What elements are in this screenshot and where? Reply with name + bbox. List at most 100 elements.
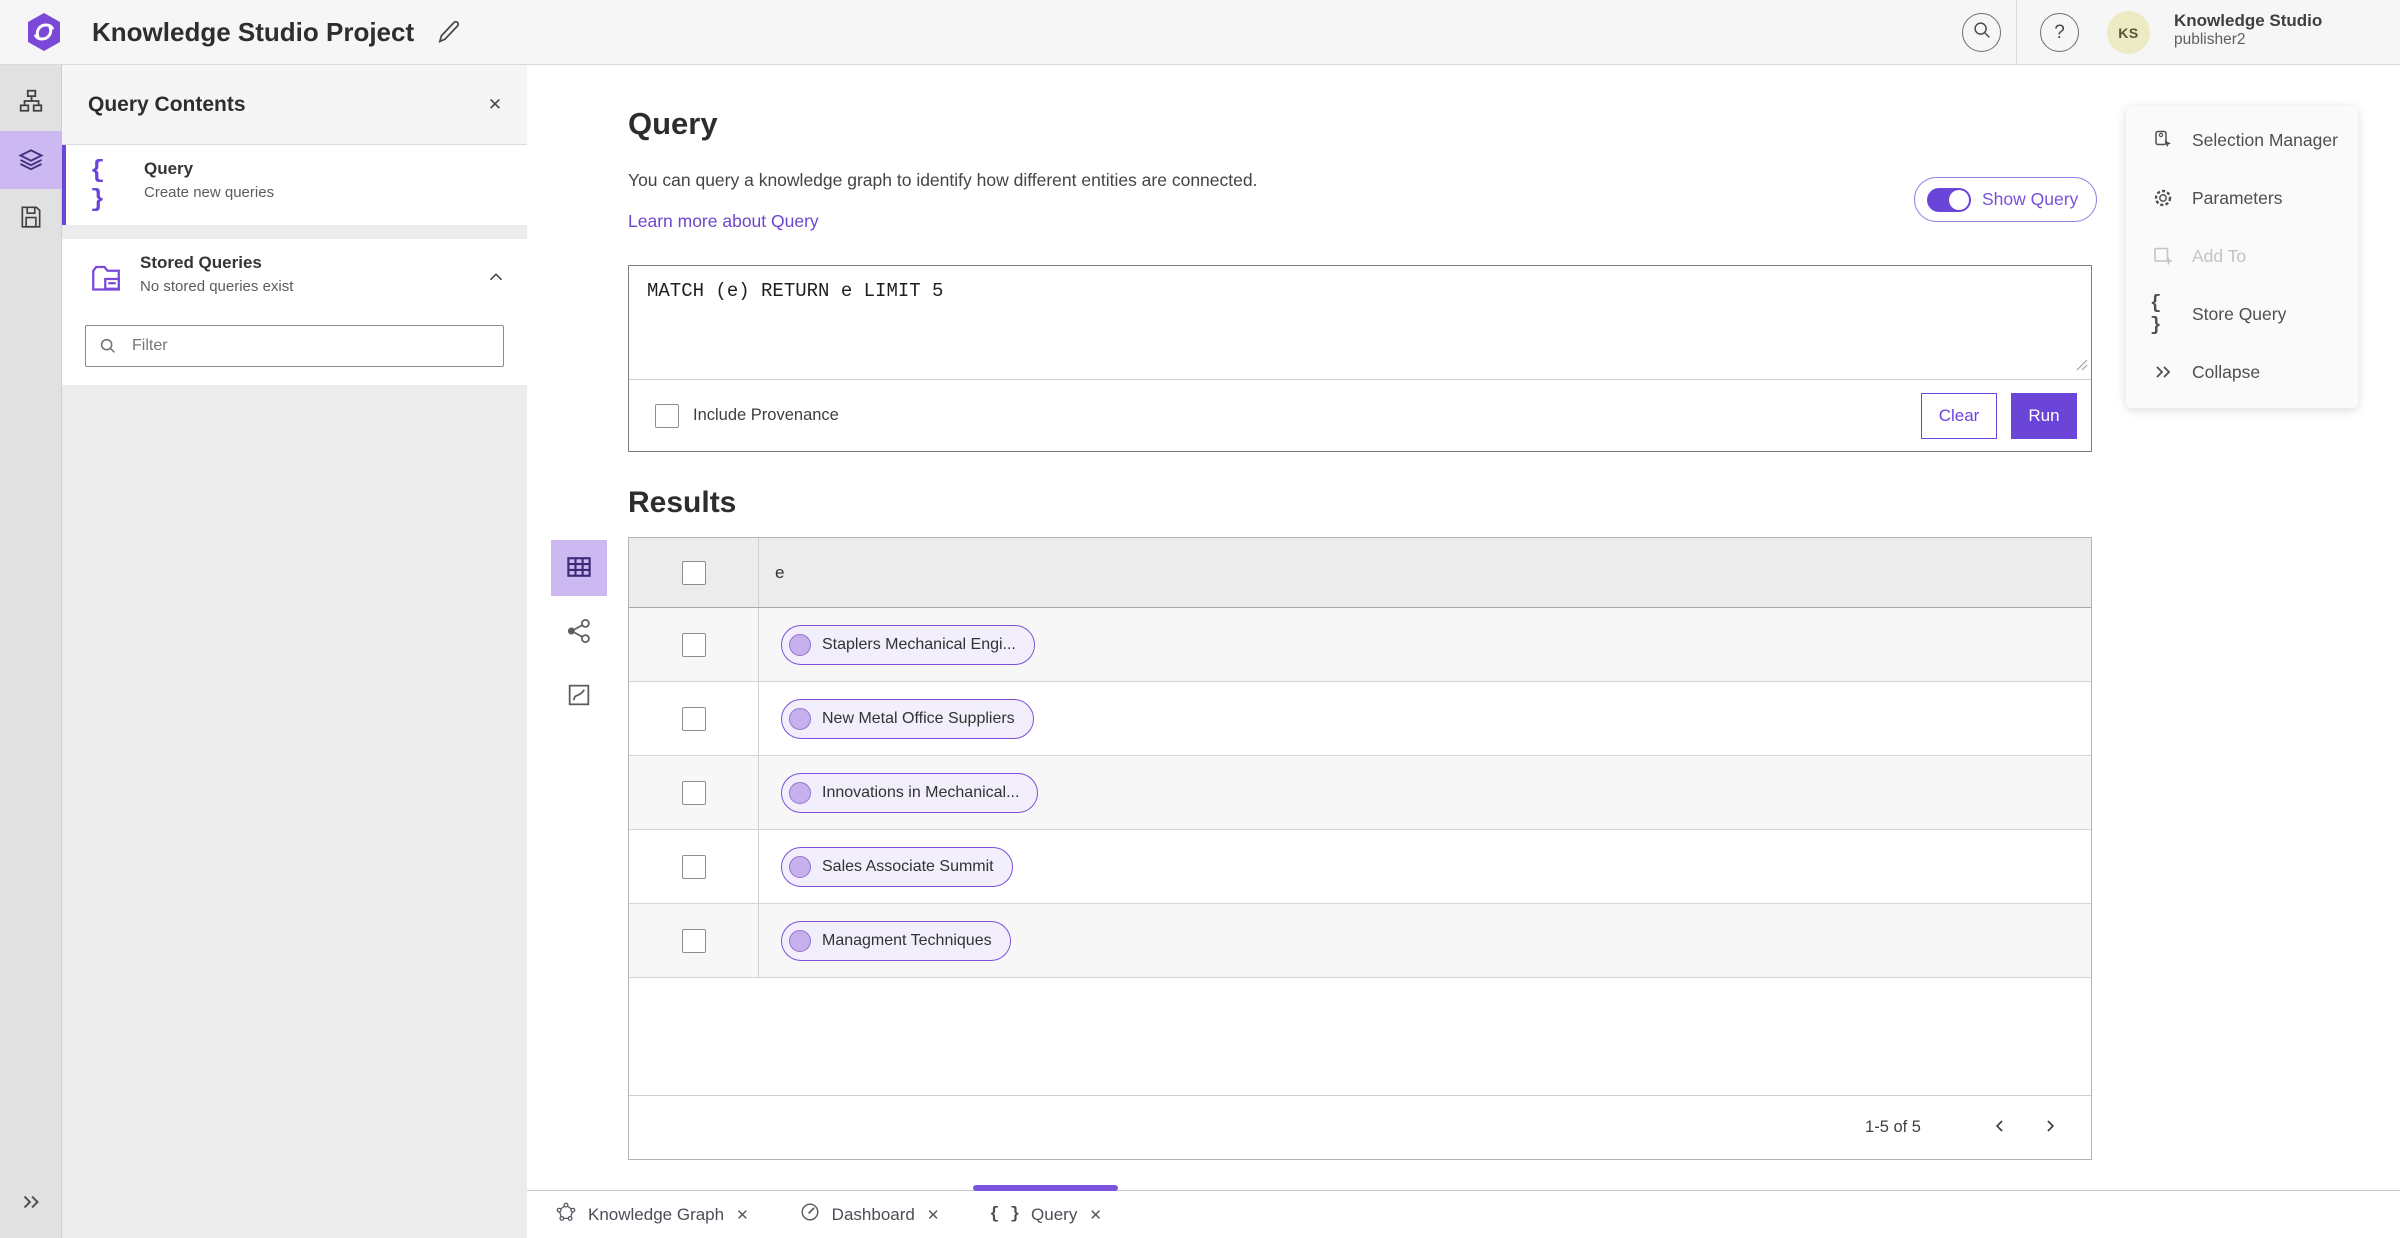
close-icon[interactable]: ✕: [1089, 1206, 1102, 1224]
layers-icon: [17, 145, 45, 176]
double-chevron-right-icon: [2150, 360, 2176, 384]
row-checkbox[interactable]: [681, 854, 706, 879]
tab-label: Query: [1031, 1204, 1078, 1224]
chevron-right-icon: [2040, 1116, 2060, 1139]
query-contents-panel: Query Contents ✕ { } Query Create new qu…: [62, 65, 527, 1238]
entity-pill[interactable]: New Metal Office Suppliers: [781, 698, 1034, 739]
panel-item-description: No stored queries exist: [140, 278, 294, 295]
panel-header: Query Contents ✕: [62, 65, 527, 145]
header-checkbox-cell: [629, 538, 759, 607]
tool-add-to: Add To: [2126, 227, 2358, 285]
tool-selection-manager[interactable]: Selection Manager: [2126, 111, 2358, 169]
tool-label: Collapse: [2192, 361, 2261, 382]
clear-button[interactable]: Clear: [1921, 392, 1997, 439]
project-title: Knowledge Studio Project: [92, 17, 415, 47]
link-chart-view-button[interactable]: [551, 604, 607, 660]
tool-store-query[interactable]: { } Store Query: [2126, 285, 2358, 343]
expand-rail-button[interactable]: [0, 1174, 62, 1232]
results-table: e Staplers Mechanical Engi... New Metal …: [628, 537, 2092, 1160]
show-query-toggle[interactable]: Show Query: [1914, 177, 2098, 222]
filter-field: [85, 325, 504, 367]
knowledge-studio-logo-icon: [24, 12, 64, 52]
map-view-button[interactable]: [551, 668, 607, 724]
panel-item-stored-queries[interactable]: Stored Queries No stored queries exist: [62, 239, 527, 319]
column-header-e: e: [775, 562, 785, 582]
row-checkbox[interactable]: [681, 780, 706, 805]
rail-item-contents[interactable]: [0, 131, 62, 189]
table-view-button[interactable]: [551, 540, 607, 596]
panel-item-title: Stored Queries: [140, 253, 262, 272]
table-icon: [564, 552, 594, 585]
learn-more-link[interactable]: Learn more about Query: [628, 211, 819, 232]
tab-dashboard[interactable]: Dashboard ✕: [781, 1191, 958, 1238]
query-tools-panel: Selection Manager Parameters Add To { } …: [2126, 106, 2358, 408]
table-row: New Metal Office Suppliers: [629, 682, 2091, 756]
hierarchy-icon: [18, 88, 44, 117]
row-checkbox[interactable]: [681, 706, 706, 731]
double-chevron-right-icon: [18, 1189, 44, 1218]
entity-pill[interactable]: Sales Associate Summit: [781, 846, 1013, 887]
table-row: Sales Associate Summit: [629, 830, 2091, 904]
close-icon[interactable]: ✕: [927, 1206, 940, 1224]
rail-item-data-model[interactable]: [0, 73, 62, 131]
account-info: Knowledge Studio publisher2: [2174, 11, 2322, 50]
selection-manager-icon: [2150, 128, 2176, 152]
avatar[interactable]: KS: [2107, 11, 2150, 54]
toggle-track: [1927, 187, 1971, 212]
table-header-row: e: [629, 538, 2091, 608]
chevron-left-icon: [1990, 1116, 2010, 1139]
entity-pill[interactable]: Managment Techniques: [781, 920, 1011, 961]
filter-input[interactable]: [130, 326, 490, 366]
stored-queries-folder-icon: [86, 259, 126, 299]
tool-parameters[interactable]: Parameters: [2126, 169, 2358, 227]
tab-knowledge-graph[interactable]: Knowledge Graph ✕: [537, 1191, 767, 1238]
row-checkbox[interactable]: [681, 632, 706, 657]
tab-label: Dashboard: [831, 1204, 915, 1224]
braces-icon: { }: [989, 1205, 1021, 1224]
entity-label: Staplers Mechanical Engi...: [822, 635, 1016, 653]
help-button[interactable]: ?: [2040, 13, 2079, 52]
pencil-icon: [433, 20, 463, 50]
row-checkbox[interactable]: [681, 928, 706, 953]
row-checkbox-cell: [629, 756, 759, 829]
tool-label: Parameters: [2192, 187, 2283, 208]
entity-dot-icon: [789, 707, 811, 730]
tab-label: Knowledge Graph: [588, 1204, 725, 1224]
previous-page-button[interactable]: [1983, 1111, 2017, 1145]
entity-label: New Metal Office Suppliers: [822, 709, 1015, 727]
help-icon: ?: [2054, 21, 2065, 43]
collapse-section-button[interactable]: [481, 263, 511, 293]
row-checkbox-cell: [629, 830, 759, 903]
table-row: Innovations in Mechanical...: [629, 756, 2091, 830]
include-provenance-label: Include Provenance: [693, 406, 839, 424]
run-button[interactable]: Run: [2011, 392, 2077, 439]
rail-item-save[interactable]: [0, 189, 62, 247]
query-textarea[interactable]: MATCH (e) RETURN e LIMIT 5: [629, 266, 2091, 379]
next-page-button[interactable]: [2033, 1111, 2067, 1145]
query-editor-card: MATCH (e) RETURN e LIMIT 5 Include Prove…: [628, 265, 2092, 452]
close-panel-button[interactable]: ✕: [481, 91, 509, 119]
tool-collapse[interactable]: Collapse: [2126, 343, 2358, 401]
table-row: Managment Techniques: [629, 904, 2091, 978]
toggle-knob: [1949, 189, 1969, 210]
search-button[interactable]: [1962, 13, 2001, 52]
account-name: Knowledge Studio: [2174, 11, 2323, 30]
pagination-bar: 1-5 of 5: [629, 1095, 2091, 1159]
edit-title-button[interactable]: [430, 15, 466, 51]
network-icon: [555, 1201, 577, 1228]
tab-query[interactable]: { } Query ✕: [971, 1184, 1119, 1238]
panel-title: Query Contents: [88, 93, 246, 116]
map-icon: [565, 681, 593, 712]
close-icon[interactable]: ✕: [736, 1206, 749, 1224]
include-provenance-checkbox[interactable]: [655, 403, 679, 428]
resize-handle-icon[interactable]: [2076, 358, 2088, 376]
panel-item-title: Query: [144, 159, 194, 178]
select-all-checkbox[interactable]: [681, 560, 706, 585]
braces-icon: { }: [90, 156, 106, 214]
show-query-label: Show Query: [1982, 189, 2079, 209]
query-heading: Query: [628, 106, 718, 141]
entity-pill[interactable]: Innovations in Mechanical...: [781, 772, 1039, 813]
entity-pill[interactable]: Staplers Mechanical Engi...: [781, 624, 1035, 665]
avatar-initials: KS: [2118, 24, 2139, 41]
panel-item-query[interactable]: { } Query Create new queries: [62, 145, 527, 225]
